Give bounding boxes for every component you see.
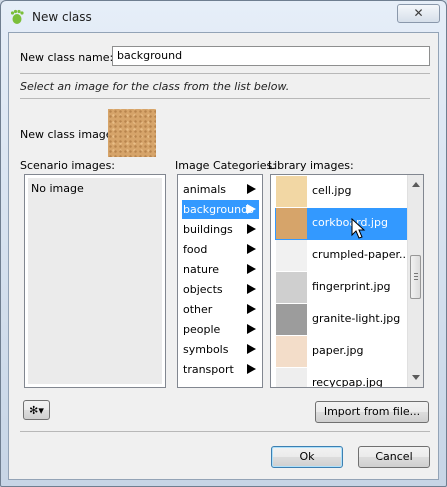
cancel-button[interactable]: Cancel [358,446,430,468]
image-filename: granite-light.jpg [312,312,401,325]
category-label: other [183,303,213,316]
import-from-file-button[interactable]: Import from file... [315,401,429,423]
divider [20,98,430,99]
library-images-label: Library images: [268,159,354,172]
image-thumbnail [276,336,307,367]
category-label: transport [183,363,234,376]
library-image-item[interactable]: paper.jpg [275,336,407,368]
window-title: New class [32,10,92,24]
expand-arrow-icon [247,184,256,194]
close-button[interactable]: ✕ [397,4,440,23]
expand-arrow-icon [247,284,256,294]
expand-arrow-icon [247,244,256,254]
scenario-images-list[interactable]: No image [24,174,166,388]
image-categories-label: Image Categories: [175,159,276,172]
image-filename: corkboard.jpg [312,216,388,229]
category-item-people[interactable]: people [182,320,259,339]
category-label: backgrounds [183,203,254,216]
expand-arrow-icon [247,224,256,234]
scroll-thumb[interactable] [410,255,421,299]
expand-arrow-icon [247,304,256,314]
category-label: nature [183,263,220,276]
image-categories-list[interactable]: animals backgrounds buildings food nature obj… [177,174,263,388]
library-image-item[interactable]: cell.jpg [275,176,407,208]
greenfoot-icon [10,9,24,24]
options-gear-button[interactable]: ✻▾ [23,400,50,420]
category-label: people [183,323,221,336]
instruction-text: Select an image for the class from the l… [20,80,290,93]
divider [20,431,430,432]
category-item-transport[interactable]: transport [182,360,259,379]
scenario-images-label: Scenario images: [20,159,116,172]
image-thumbnail [276,368,307,387]
expand-arrow-icon [247,204,256,214]
image-filename: fingerprint.jpg [312,280,391,293]
category-label: objects [183,283,223,296]
close-icon: ✕ [413,6,424,20]
list-item[interactable]: No image [31,182,84,195]
grip-line [414,276,418,277]
category-label: symbols [183,343,229,356]
image-thumbnail [276,304,307,335]
image-thumbnail [276,240,307,271]
expand-arrow-icon [247,264,256,274]
library-image-item[interactable]: fingerprint.jpg [275,272,407,304]
scroll-down-icon[interactable] [412,375,420,380]
grip-line [414,273,418,274]
title-bar: New class ✕ [1,1,446,33]
expand-arrow-icon [247,364,256,374]
library-image-item[interactable]: corkboard.jpg [275,208,407,240]
image-filename: cell.jpg [312,184,352,197]
new-class-dialog: New class ✕ New class name: background S… [0,0,447,487]
library-image-item[interactable]: granite-light.jpg [275,304,407,336]
class-name-input[interactable]: background [112,46,430,66]
class-image-label: New class image: [20,128,117,141]
library-images-list[interactable]: cell.jpg corkboard.jpg crumpled-paper... fi… [270,174,424,388]
class-image-preview [108,109,156,157]
image-filename: crumpled-paper... [312,248,410,261]
image-thumbnail [276,208,307,239]
category-item-objects[interactable]: objects [182,280,259,299]
library-scrollbar[interactable] [407,175,423,387]
expand-arrow-icon [247,324,256,334]
category-item-nature[interactable]: nature [182,260,259,279]
category-item-symbols[interactable]: symbols [182,340,259,359]
mouse-cursor-icon [351,218,366,239]
category-item-other[interactable]: other [182,300,259,319]
divider [20,73,430,74]
category-item-buildings[interactable]: buildings [182,220,259,239]
image-filename: recycpap.jpg [312,376,383,388]
category-item-food[interactable]: food [182,240,259,259]
library-image-item[interactable]: recycpap.jpg [275,368,407,388]
dialog-content: New class name: background Select an ima… [8,32,439,480]
scenario-list-area: No image [28,178,162,384]
category-label: buildings [183,223,233,236]
image-thumbnail [276,272,307,303]
class-name-label: New class name: [20,51,114,64]
image-thumbnail [276,176,307,207]
expand-arrow-icon [247,344,256,354]
category-item-animals[interactable]: animals [182,180,259,199]
category-label: food [183,243,208,256]
ok-button[interactable]: Ok [271,446,343,468]
gear-icon: ✻▾ [29,404,44,417]
scroll-up-icon[interactable] [412,182,420,187]
library-image-item[interactable]: crumpled-paper... [275,240,410,272]
category-label: animals [183,183,227,196]
image-filename: paper.jpg [312,344,364,357]
category-item-backgrounds[interactable]: backgrounds [182,200,259,219]
grip-line [414,279,418,280]
